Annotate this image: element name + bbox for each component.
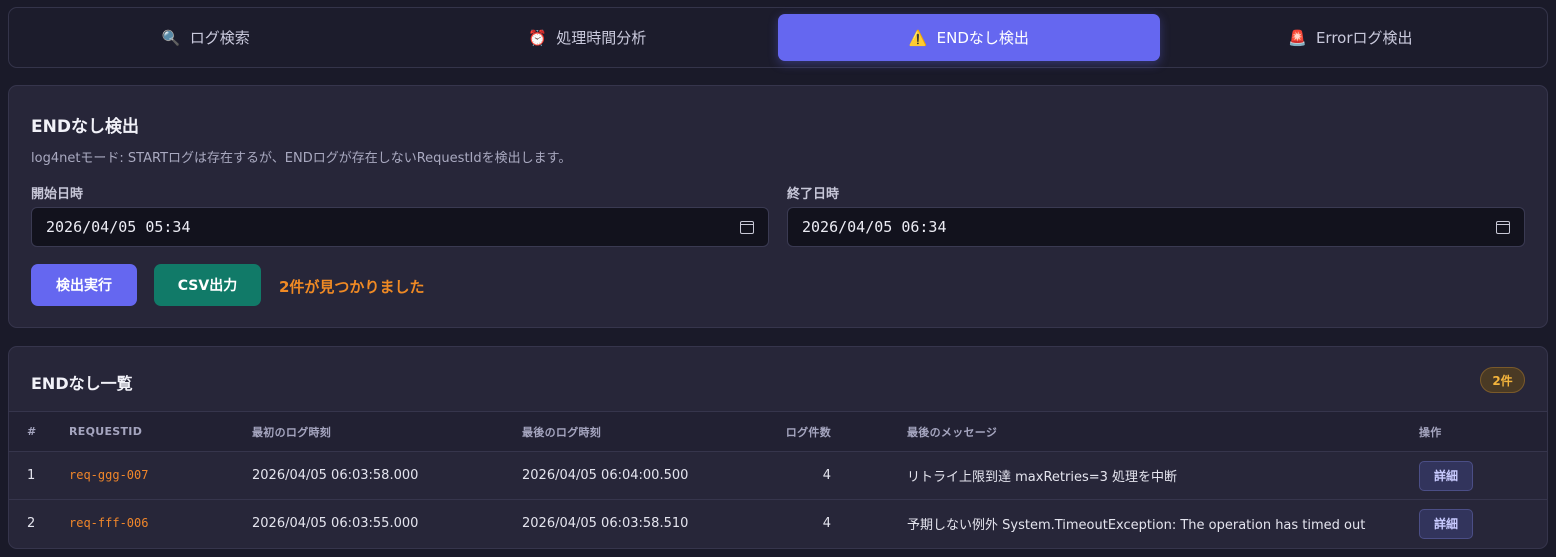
last-message: リトライ上限到達 maxRetries=3 処理を中断	[907, 470, 1178, 485]
csv-export-button[interactable]: CSV出力	[154, 264, 261, 306]
last-log-time: 2026/04/05 06:03:58.510	[522, 516, 689, 532]
run-detection-button[interactable]: 検出実行	[31, 264, 137, 306]
log-count: 4	[822, 516, 831, 532]
table-row: 2 req-fff-006 2026/04/05 06:03:55.000 20…	[9, 500, 1547, 548]
end-datetime-value: 2026/04/05 06:34	[802, 218, 947, 236]
tab-label: Errorログ検出	[1315, 29, 1413, 47]
siren-icon: 🚨	[1287, 28, 1307, 47]
tab-label: 処理時間分析	[556, 29, 647, 47]
first-log-time: 2026/04/05 06:03:55.000	[252, 516, 419, 532]
last-log-time: 2026/04/05 06:04:00.500	[522, 468, 689, 483]
calendar-icon[interactable]	[740, 220, 754, 234]
tab-label: ENDなし検出	[936, 29, 1029, 47]
column-header: #	[27, 425, 37, 438]
alarm-clock-icon: ⏰	[528, 28, 547, 47]
end-datetime-label: 終了日時	[787, 187, 840, 202]
tab-no-end-detection[interactable]: ⚠️ ENDなし検出	[778, 14, 1160, 61]
start-datetime-label: 開始日時	[31, 187, 84, 202]
panel-title: ENDなし検出	[31, 117, 139, 137]
tab-label: ログ検索	[189, 29, 250, 47]
search-panel: ENDなし検出 log4netモード: STARTログは存在するが、ENDログが…	[8, 85, 1548, 328]
start-datetime-value: 2026/04/05 05:34	[46, 218, 191, 236]
log-count: 4	[822, 468, 831, 483]
row-index: 2	[27, 516, 36, 532]
count-badge: 2件	[1480, 367, 1525, 393]
search-icon: 🔍	[161, 28, 181, 47]
tab-bar: 🔍 ログ検索 ⏰ 処理時間分析 ⚠️ ENDなし検出 🚨 Errorログ検出	[8, 7, 1548, 68]
column-header: ログ件数	[785, 425, 831, 439]
detail-button[interactable]: 詳細	[1419, 508, 1473, 539]
column-header: 最後のログ時刻	[522, 425, 602, 439]
first-log-time: 2026/04/05 06:03:58.000	[252, 468, 419, 483]
column-header: 最後のメッセージ	[907, 425, 998, 439]
tab-log-search[interactable]: 🔍 ログ検索	[15, 14, 397, 61]
detail-button[interactable]: 詳細	[1419, 460, 1473, 491]
column-header: REQUESTID	[69, 425, 143, 438]
table-row: 1 req-ggg-007 2026/04/05 06:03:58.000 20…	[9, 452, 1547, 500]
results-panel: ENDなし一覧 2件 # REQUESTID 最初のログ時刻 最後のログ時刻 ロ…	[8, 346, 1548, 549]
panel-description: log4netモード: STARTログは存在するが、ENDログが存在しないReq…	[31, 151, 572, 166]
end-datetime-input[interactable]: 2026/04/05 06:34	[787, 207, 1525, 247]
list-title: ENDなし一覧	[31, 374, 133, 393]
column-header: 最初のログ時刻	[252, 425, 332, 439]
calendar-icon[interactable]	[1496, 220, 1510, 234]
tab-processing-time[interactable]: ⏰ 処理時間分析	[397, 14, 779, 61]
request-id: req-ggg-007	[69, 468, 149, 482]
last-message: 予期しない例外 System.TimeoutException: The ope…	[907, 518, 1366, 534]
start-datetime-input[interactable]: 2026/04/05 05:34	[31, 207, 769, 247]
results-table: # REQUESTID 最初のログ時刻 最後のログ時刻 ログ件数 最後のメッセー…	[9, 411, 1547, 548]
table-header-row: # REQUESTID 最初のログ時刻 最後のログ時刻 ログ件数 最後のメッセー…	[9, 411, 1547, 452]
tab-error-log[interactable]: 🚨 Errorログ検出	[1160, 14, 1542, 61]
request-id: req-fff-006	[69, 516, 149, 531]
warning-icon: ⚠️	[908, 28, 928, 47]
result-status: 2件が見つかりました	[279, 278, 425, 296]
column-header: 操作	[1419, 425, 1442, 439]
row-index: 1	[27, 468, 36, 483]
